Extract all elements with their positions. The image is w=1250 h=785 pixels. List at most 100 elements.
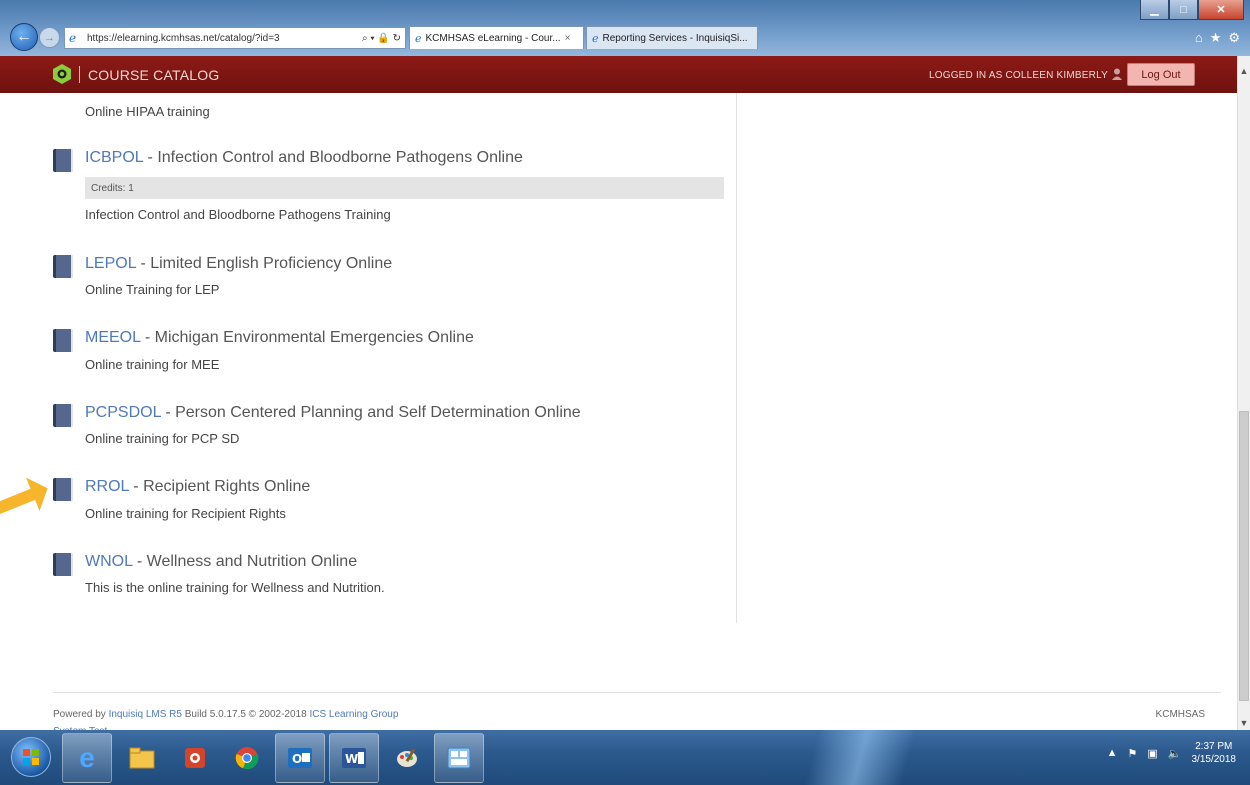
credits-bar: Credits: 1: [85, 177, 724, 199]
title-separator: -: [140, 329, 155, 346]
course-name: Wellness and Nutrition Online: [146, 553, 358, 570]
book-icon: [53, 255, 73, 278]
tab-label: Reporting Services - InquisiqSi...: [602, 32, 748, 44]
lms-logo-icon: [53, 64, 71, 84]
title-separator: -: [128, 478, 144, 495]
course-name: Person Centered Planning and Self Determ…: [175, 404, 581, 421]
page-scrollbar[interactable]: ▲ ▼: [1237, 56, 1250, 730]
windows-taskbar: e O W ▲ ⚑ ▣ 🔈 2:37 PM 3/15/2018: [0, 730, 1250, 785]
logged-in-label: LOGGED IN AS COLLEEN KIMBERLY: [928, 70, 1108, 81]
catalog-content: Online HIPAA training ICBPOL - Infection…: [0, 93, 1237, 737]
address-tools[interactable]: ⌕ ▾ 🔒 ↻: [362, 33, 405, 44]
forward-arrow-icon: →: [44, 31, 55, 44]
taskbar-outlook-icon[interactable]: O: [275, 733, 325, 783]
taskbar-clock[interactable]: 2:37 PM 3/15/2018: [1192, 740, 1237, 766]
window-controls: ▁ □ ✕: [1140, 0, 1244, 20]
scrollbar-thumb[interactable]: [1239, 411, 1249, 701]
course-code-link[interactable]: ICBPOL: [85, 149, 143, 166]
course-title[interactable]: WNOL - Wellness and Nutrition Online: [85, 553, 357, 571]
company-link[interactable]: ICS Learning Group: [309, 709, 398, 720]
book-icon: [53, 149, 73, 172]
taskbar-glare: [780, 730, 960, 785]
scroll-up-icon[interactable]: ▲: [1238, 64, 1250, 78]
course-code-link[interactable]: PCPSDOL: [85, 404, 161, 421]
course-name: Limited English Proficiency Online: [150, 255, 393, 272]
close-window-button[interactable]: ✕: [1198, 0, 1244, 20]
volume-icon[interactable]: 🔈: [1168, 747, 1182, 760]
windows-start-icon: [11, 737, 51, 777]
app-header: COURSE CATALOG LOGGED IN AS COLLEEN KIMB…: [0, 56, 1237, 93]
minimize-button[interactable]: ▁: [1140, 0, 1169, 20]
address-url[interactable]: https://elearning.kcmhsas.net/catalog/?i…: [87, 33, 362, 44]
book-icon: [53, 404, 73, 427]
course-code-link[interactable]: LEPOL: [85, 255, 136, 272]
product-link[interactable]: Inquisiq LMS R5: [109, 709, 182, 720]
course-title[interactable]: RROL - Recipient Rights Online: [85, 478, 310, 496]
course-name: Infection Control and Bloodborne Pathoge…: [157, 149, 523, 166]
maximize-button[interactable]: □: [1169, 0, 1198, 20]
credits-label: Credits: 1: [91, 182, 134, 194]
taskbar-app-icon[interactable]: [434, 733, 484, 783]
course-title[interactable]: PCPSDOL - Person Centered Planning and S…: [85, 404, 581, 422]
browser-chrome: ▁ □ ✕ ← → ℯ https://elearning.kcmhsas.ne…: [0, 0, 1250, 56]
tab-kcmhsas-elearning[interactable]: ℯ KCMHSAS eLearning - Cour... ×: [409, 26, 584, 49]
system-tray: ▲ ⚑ ▣ 🔈 2:37 PM 3/15/2018: [1107, 740, 1236, 766]
taskbar-chrome-icon[interactable]: [222, 733, 272, 783]
course-description: Online training for PCP SD: [85, 431, 240, 446]
start-button[interactable]: [5, 730, 57, 784]
ie-icon: ℯ: [69, 31, 77, 45]
title-separator: -: [160, 404, 176, 421]
flag-icon[interactable]: ⚑: [1128, 747, 1138, 760]
course-code-link[interactable]: MEEOL: [85, 329, 140, 346]
course-description: Online training for MEE: [85, 357, 220, 372]
book-icon: [53, 553, 73, 576]
user-icon: [1112, 68, 1122, 80]
back-arrow-icon: ←: [16, 28, 32, 45]
forward-button[interactable]: →: [39, 27, 60, 48]
course-code-link[interactable]: WNOL: [85, 553, 132, 570]
title-separator: -: [136, 255, 151, 272]
book-icon: [53, 478, 73, 501]
svg-text:W: W: [345, 752, 358, 766]
address-bar[interactable]: ℯ https://elearning.kcmhsas.net/catalog/…: [64, 27, 406, 49]
svg-text:O: O: [292, 752, 302, 766]
taskbar-media-icon[interactable]: [170, 733, 220, 783]
taskbar-explorer-icon[interactable]: [117, 733, 167, 783]
course-code-link[interactable]: RROL: [85, 478, 129, 495]
course-description: Online HIPAA training: [85, 104, 210, 119]
course-name: Michigan Environmental Emergencies Onlin…: [154, 329, 474, 346]
home-icon[interactable]: ⌂: [1195, 30, 1203, 46]
course-title[interactable]: LEPOL - Limited English Proficiency Onli…: [85, 255, 392, 273]
powered-by-label: Powered by: [53, 709, 109, 720]
browser-toolbar-icons: ⌂ ★ ⚙: [1195, 30, 1240, 46]
footer-powered-by: Powered by Inquisiq LMS R5 Build 5.0.17.…: [53, 709, 398, 720]
tray-expand-icon[interactable]: ▲: [1107, 747, 1118, 759]
gear-icon[interactable]: ⚙: [1228, 30, 1240, 46]
scroll-down-icon[interactable]: ▼: [1238, 716, 1250, 730]
footer-org: KCMHSAS: [1155, 709, 1205, 720]
title-separator: -: [132, 553, 147, 570]
tab-reporting-services[interactable]: ℯ Reporting Services - InquisiqSi...: [586, 26, 758, 49]
ie-icon: ℯ: [415, 32, 422, 45]
brand-divider: [79, 66, 80, 83]
taskbar-paint-icon[interactable]: [382, 733, 432, 783]
build-label: Build 5.0.17.5 © 2002-2018: [181, 709, 310, 720]
network-icon[interactable]: ▣: [1147, 747, 1157, 760]
logout-button[interactable]: Log Out: [1127, 63, 1195, 86]
highlight-arrow-icon: [0, 477, 48, 515]
clock-date: 3/15/2018: [1191, 754, 1237, 765]
close-tab-icon[interactable]: ×: [565, 33, 571, 44]
column-divider: [736, 93, 737, 623]
page-title: COURSE CATALOG: [88, 67, 220, 83]
taskbar-word-icon[interactable]: W: [329, 733, 379, 783]
title-separator: -: [143, 149, 158, 166]
ie-icon: ℯ: [592, 32, 599, 45]
course-title[interactable]: MEEOL - Michigan Environmental Emergenci…: [85, 329, 474, 347]
footer-divider: [53, 692, 1221, 693]
taskbar-ie-icon[interactable]: e: [62, 733, 112, 783]
course-title[interactable]: ICBPOL - Infection Control and Bloodborn…: [85, 149, 523, 167]
back-button[interactable]: ←: [10, 23, 38, 51]
course-description: Infection Control and Bloodborne Pathoge…: [85, 207, 391, 222]
star-icon[interactable]: ★: [1210, 30, 1222, 46]
course-description: This is the online training for Wellness…: [85, 580, 385, 595]
